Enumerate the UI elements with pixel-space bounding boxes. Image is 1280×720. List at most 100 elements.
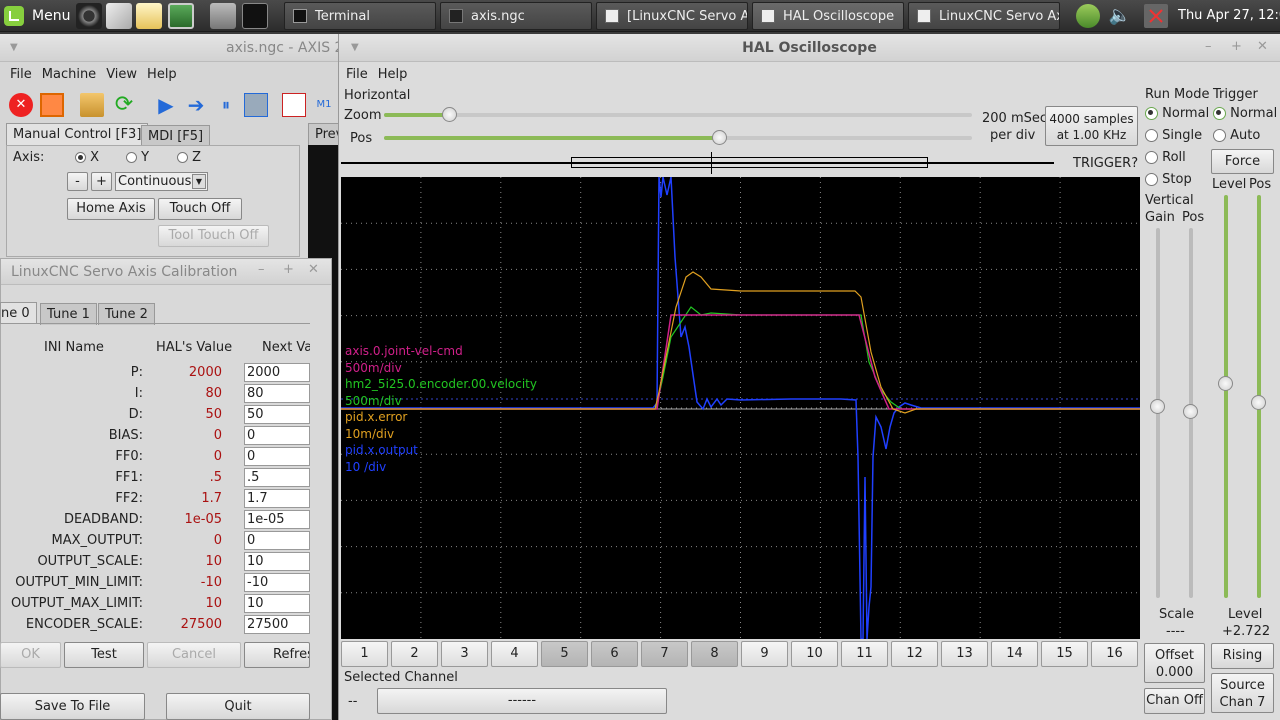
axis-radio-y[interactable]: Y (126, 150, 149, 165)
axis-titlebar[interactable]: ▼ axis.ngc - AXIS 2. (0, 34, 348, 62)
start-menu-button[interactable]: Menu (4, 4, 70, 28)
channel-button-14[interactable]: 14 (991, 641, 1038, 667)
menu-file[interactable]: File (346, 67, 368, 82)
update-manager-icon[interactable] (1076, 4, 1100, 28)
next-value-input[interactable]: 27500 (244, 615, 310, 634)
calibration-titlebar[interactable]: LinuxCNC Servo Axis Calibration – + ✕ (1, 259, 331, 285)
system-monitor-launcher-icon[interactable] (168, 3, 194, 29)
run-program-icon[interactable]: ▶ (154, 93, 178, 117)
refresh-button[interactable]: Refres (244, 642, 310, 668)
ok-button[interactable]: OK (0, 642, 61, 668)
taskbar-window-terminal[interactable]: Terminal (284, 2, 436, 30)
text-editor-launcher-icon[interactable] (136, 3, 162, 29)
trigger-level-handle[interactable] (1218, 376, 1233, 391)
next-value-input[interactable]: .5 (244, 468, 310, 487)
vertical-pos-handle[interactable] (1183, 404, 1198, 419)
test-button[interactable]: Test (64, 642, 144, 668)
tab-preview[interactable]: Prev (308, 123, 340, 145)
axis-radio-x[interactable]: X (75, 150, 99, 165)
optional-stop-icon[interactable]: M1 (312, 93, 336, 117)
taskbar-window-hal-oscilloscope[interactable]: HAL Oscilloscope (752, 2, 904, 30)
jog-minus-button[interactable]: - (67, 172, 88, 191)
window-menu-icon[interactable]: ▼ (10, 42, 18, 53)
pause-icon[interactable]: ⏸ (214, 93, 238, 117)
gimp-launcher-icon[interactable] (106, 3, 132, 29)
channel-button-2[interactable]: 2 (391, 641, 438, 667)
run_mode-radio-single[interactable]: Single (1145, 128, 1202, 143)
trigger-radio-normal[interactable]: Normal (1213, 106, 1277, 121)
force-trigger-button[interactable]: Force (1211, 149, 1274, 174)
tab-mdi[interactable]: MDI [F5] (141, 125, 211, 147)
next-value-input[interactable]: 0 (244, 531, 310, 550)
tab-tune-0[interactable]: ne 0 (0, 302, 37, 324)
next-value-input[interactable]: 10 (244, 594, 310, 613)
channel-button-16[interactable]: 16 (1091, 641, 1138, 667)
menu-help[interactable]: Help (147, 67, 177, 82)
channel-button-8[interactable]: 8 (691, 641, 738, 667)
minimize-icon[interactable]: – (1205, 39, 1212, 54)
volume-icon[interactable]: 🔈 (1108, 4, 1132, 28)
stop-icon[interactable] (244, 93, 268, 117)
files-launcher-icon[interactable] (210, 3, 236, 29)
terminal-launcher-icon[interactable] (242, 3, 268, 29)
touch-off-button[interactable]: Touch Off (158, 198, 242, 220)
next-value-input[interactable]: 0 (244, 447, 310, 466)
estop-button[interactable]: ✕ (9, 93, 33, 117)
machine-power-button[interactable] (40, 93, 64, 117)
chan-off-button[interactable]: Chan Off (1144, 688, 1205, 714)
camera-launcher-icon[interactable] (76, 3, 102, 29)
taskbar-window-servo-calibration-2[interactable]: LinuxCNC Servo Ax... (908, 2, 1060, 30)
next-value-input[interactable]: 0 (244, 426, 310, 445)
jog-mode-select[interactable]: Continuous ▼ (115, 172, 208, 191)
channel-button-9[interactable]: 9 (741, 641, 788, 667)
run_mode-radio-stop[interactable]: Stop (1145, 172, 1192, 187)
home-axis-button[interactable]: Home Axis (67, 198, 155, 220)
jog-plus-button[interactable]: + (91, 172, 112, 191)
step-icon[interactable]: ➔ (184, 93, 208, 117)
channel-button-13[interactable]: 13 (941, 641, 988, 667)
save-to-file-button[interactable]: Save To File (0, 693, 145, 720)
cancel-button[interactable]: Cancel (147, 642, 241, 668)
tab-manual-control[interactable]: Manual Control [F3] (6, 123, 149, 145)
trigger-source-button[interactable]: Source Chan 7 (1211, 673, 1274, 713)
zoom-slider-track[interactable] (384, 113, 972, 117)
next-value-input[interactable]: 1.7 (244, 489, 310, 508)
next-value-input[interactable]: 80 (244, 384, 310, 403)
channel-button-5[interactable]: 5 (541, 641, 588, 667)
minimize-icon[interactable]: – (258, 262, 265, 277)
channel-button-4[interactable]: 4 (491, 641, 538, 667)
block-delete-icon[interactable] (282, 93, 306, 117)
vertical-gain-handle[interactable] (1150, 399, 1165, 414)
next-value-input[interactable]: -10 (244, 573, 310, 592)
menu-file[interactable]: File (10, 67, 32, 82)
taskbar-window-servo-calibration-1[interactable]: [LinuxCNC Servo A... (596, 2, 748, 30)
channel-button-11[interactable]: 11 (841, 641, 888, 667)
channel-button-1[interactable]: 1 (341, 641, 388, 667)
channel-button-6[interactable]: 6 (591, 641, 638, 667)
oscilloscope-titlebar[interactable]: ▼ HAL Oscilloscope – + ✕ (339, 34, 1280, 62)
next-value-input[interactable]: 50 (244, 405, 310, 424)
menu-machine[interactable]: Machine (42, 67, 96, 82)
network-disconnected-icon[interactable] (1144, 4, 1168, 28)
channel-button-3[interactable]: 3 (441, 641, 488, 667)
channel-button-12[interactable]: 12 (891, 641, 938, 667)
selected-channel-name-button[interactable]: ------ (377, 688, 667, 714)
taskbar-window-axis[interactable]: axis.ngc (440, 2, 592, 30)
samples-button[interactable]: 4000 samples at 1.00 KHz (1045, 106, 1138, 146)
zoom-slider-handle[interactable] (441, 107, 457, 122)
close-icon[interactable]: ✕ (1257, 39, 1268, 54)
channel-button-10[interactable]: 10 (791, 641, 838, 667)
next-value-input[interactable]: 1e-05 (244, 510, 310, 529)
close-icon[interactable]: ✕ (308, 262, 319, 277)
menu-help[interactable]: Help (378, 67, 408, 82)
trigger-radio-auto[interactable]: Auto (1213, 128, 1260, 143)
trigger-pos-handle[interactable] (1251, 395, 1266, 410)
tool-touch-off-button[interactable]: Tool Touch Off (158, 225, 269, 247)
offset-button[interactable]: Offset 0.000 (1144, 643, 1205, 683)
clock[interactable]: Thu Apr 27, 12:04 (1178, 0, 1280, 32)
next-value-input[interactable]: 2000 (244, 363, 310, 382)
run_mode-radio-roll[interactable]: Roll (1145, 150, 1186, 165)
rising-edge-button[interactable]: Rising (1211, 643, 1274, 669)
menu-view[interactable]: View (106, 67, 137, 82)
pos-slider-track[interactable] (384, 136, 972, 140)
